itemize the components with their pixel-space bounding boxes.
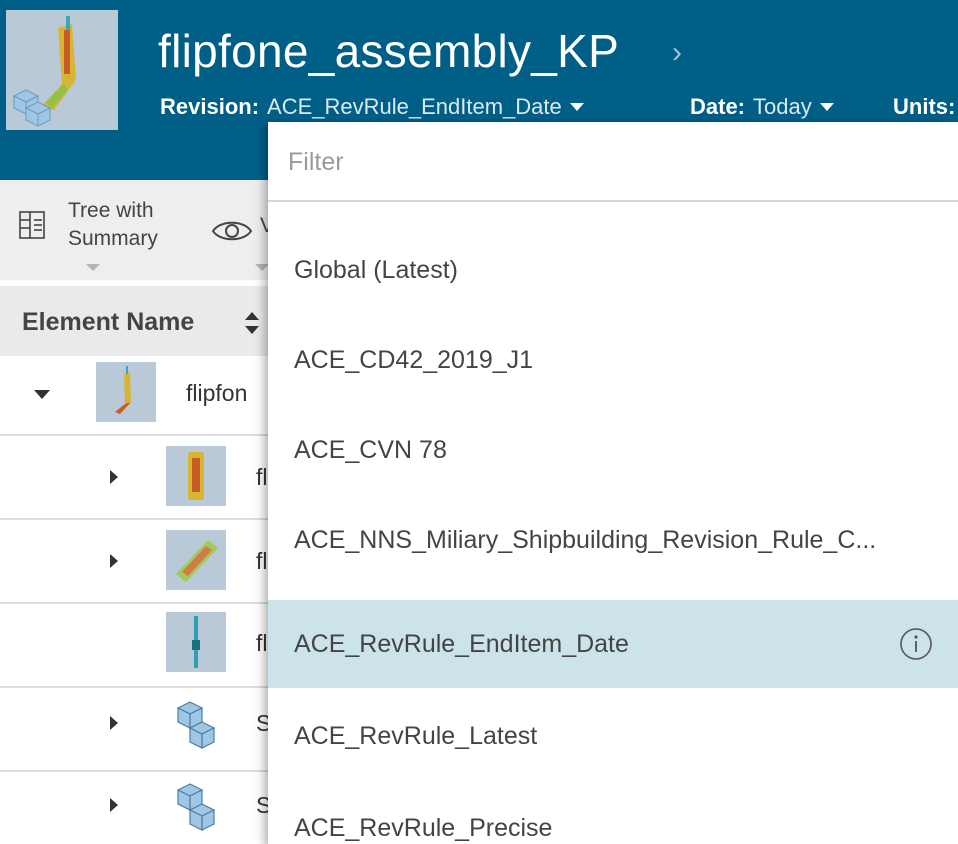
row-thumbnail <box>166 446 226 506</box>
dropdown-option-selected[interactable]: ACE_RevRule_EndItem_Date <box>268 600 958 688</box>
caret-down-icon[interactable] <box>569 103 584 111</box>
row-thumbnail <box>166 776 226 836</box>
part-blocks-icon <box>176 783 216 831</box>
revision-value[interactable]: ACE_RevRule_EndItem_Date <box>267 94 562 120</box>
expand-arrow-icon[interactable] <box>110 716 118 730</box>
table-row[interactable]: fl <box>0 436 270 520</box>
expand-arrow-icon[interactable] <box>110 470 118 484</box>
view-mode-label-1: Tree with <box>68 199 154 222</box>
option-label: ACE_CD42_2019_J1 <box>294 345 534 374</box>
revision-label: Revision: <box>160 94 260 119</box>
option-label: ACE_RevRule_Precise <box>294 813 553 842</box>
dropdown-option[interactable]: ACE_CVN 78 <box>268 406 958 494</box>
dropdown-option[interactable]: ACE_CD42_2019_J1 <box>268 316 958 404</box>
option-label: ACE_RevRule_Latest <box>294 721 538 750</box>
filter-input[interactable] <box>288 140 928 184</box>
table-row[interactable]: fl <box>0 520 270 604</box>
view-mode-caret-icon[interactable] <box>86 264 100 271</box>
caret-down-icon[interactable] <box>819 103 834 111</box>
date-label: Date: <box>690 94 746 119</box>
date-selector[interactable]: Date: Today <box>690 94 834 120</box>
part-blocks-icon <box>176 701 216 749</box>
visibility-caret-icon[interactable] <box>255 264 269 271</box>
expand-arrow-icon[interactable] <box>110 554 118 568</box>
info-icon[interactable] <box>898 626 934 662</box>
dropdown-option[interactable]: Global (Latest) <box>268 226 958 314</box>
dropdown-option[interactable]: ACE_NNS_Miliary_Shipbuilding_Revision_Ru… <box>268 496 958 584</box>
row-thumbnail <box>166 694 226 754</box>
option-label: ACE_CVN 78 <box>294 435 447 464</box>
expand-arrow-icon[interactable] <box>110 798 118 812</box>
date-value[interactable]: Today <box>753 94 812 120</box>
table-row[interactable]: S <box>0 772 270 844</box>
dropdown-option[interactable]: ACE_RevRule_Latest <box>268 692 958 780</box>
table-row[interactable]: flipfon <box>0 352 270 436</box>
element-name-header[interactable]: Element Name <box>22 308 194 337</box>
option-label: ACE_NNS_Miliary_Shipbuilding_Revision_Ru… <box>294 525 877 554</box>
table-row[interactable]: S <box>0 688 270 772</box>
row-thumbnail <box>166 612 226 672</box>
view-mode-label-2: Summary <box>68 227 158 250</box>
sort-icon[interactable] <box>242 308 262 338</box>
option-label: Global (Latest) <box>294 255 458 284</box>
option-label: ACE_RevRule_EndItem_Date <box>294 629 629 658</box>
units-label[interactable]: Units: <box>893 94 955 120</box>
table-row[interactable]: fl <box>0 604 270 688</box>
view-mode-button[interactable]: Tree with Summary <box>16 199 158 254</box>
assembly-thumbnail <box>6 10 118 130</box>
revision-rule-dropdown: Global (Latest) ACE_CD42_2019_J1 ACE_CVN… <box>268 122 958 844</box>
tree-summary-icon <box>19 211 45 239</box>
dropdown-option[interactable]: ACE_RevRule_Precise <box>268 784 958 844</box>
eye-icon[interactable] <box>210 216 254 246</box>
filter-box <box>268 122 958 202</box>
page-title: flipfone_assembly_KP <box>158 25 620 77</box>
row-thumbnail <box>96 362 156 422</box>
row-name[interactable]: flipfon <box>186 380 270 407</box>
revision-rule-selector[interactable]: Revision: ACE_RevRule_EndItem_Date <box>160 94 584 120</box>
collapse-arrow-icon[interactable] <box>34 390 50 399</box>
breadcrumb-chevron-icon[interactable]: › <box>672 36 682 70</box>
row-thumbnail <box>166 530 226 590</box>
table-column-header[interactable]: Element Name <box>0 286 270 356</box>
